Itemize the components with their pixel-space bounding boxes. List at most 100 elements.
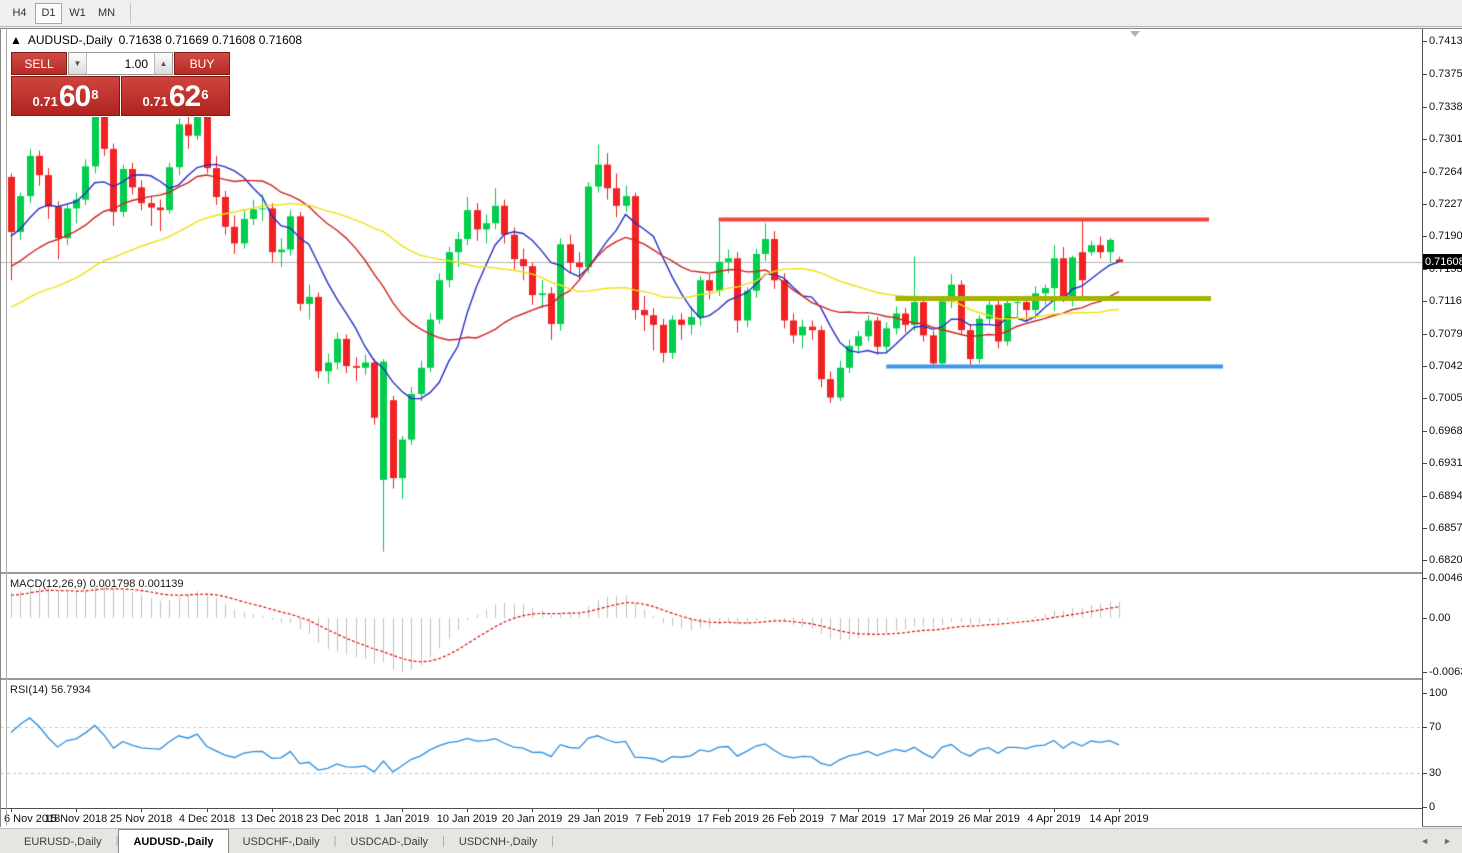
date-axis-label: 7 Feb 2019 bbox=[635, 813, 691, 825]
rsi-axis-label: 0 bbox=[1423, 800, 1462, 814]
date-axis-label: 20 Jan 2019 bbox=[502, 813, 563, 825]
tab-scroll-right-icon[interactable]: ► bbox=[1443, 836, 1452, 846]
sell-price-big: 60 bbox=[59, 82, 90, 112]
sell-button[interactable]: SELL bbox=[11, 52, 67, 75]
date-axis-label: 26 Mar 2019 bbox=[958, 813, 1020, 825]
volume-stepper: ▼ 1.00 ▲ bbox=[68, 52, 173, 75]
price-axis-label: 0.71160 bbox=[1423, 294, 1462, 308]
buy-button[interactable]: BUY bbox=[174, 52, 230, 75]
sell-price-pip: 8 bbox=[91, 78, 98, 112]
price-axis-label: 0.74130 bbox=[1423, 34, 1462, 48]
macd-pane: MACD(12,26,9) 0.001798 0.001139 bbox=[1, 574, 1422, 678]
price-axis-label: 0.70050 bbox=[1423, 391, 1462, 405]
price-axis-label: 0.73010 bbox=[1423, 132, 1462, 146]
price-axis-label: 0.70420 bbox=[1423, 359, 1462, 373]
price-axis-label: 0.69310 bbox=[1423, 456, 1462, 470]
tab-usdcaddaily[interactable]: USDCAD-,Daily bbox=[336, 831, 442, 853]
rsi-canvas[interactable] bbox=[1, 680, 1422, 808]
date-tick bbox=[793, 809, 794, 812]
sell-price-button[interactable]: 0.71 60 8 bbox=[11, 76, 120, 116]
price-axis[interactable]: 0.71608 0.741300.737500.733800.730100.72… bbox=[1422, 29, 1462, 826]
date-axis-label: 26 Feb 2019 bbox=[762, 813, 824, 825]
date-axis-label: 17 Feb 2019 bbox=[697, 813, 759, 825]
date-tick bbox=[728, 809, 729, 812]
price-axis-label: 0.72270 bbox=[1423, 197, 1462, 211]
buy-price-pip: 6 bbox=[201, 78, 208, 112]
price-axis-label: 0.71900 bbox=[1423, 229, 1462, 243]
tab-scroll-buttons: ◄ ► bbox=[1420, 836, 1452, 846]
date-tick bbox=[207, 809, 208, 812]
volume-increase-icon[interactable]: ▲ bbox=[154, 53, 172, 74]
date-axis-label: 7 Mar 2019 bbox=[830, 813, 886, 825]
rsi-axis-label: 70 bbox=[1423, 720, 1462, 734]
tab-eurusddaily[interactable]: EURUSD-,Daily bbox=[10, 831, 116, 853]
chart-title: ▲ AUDUSD-,Daily 0.71638 0.71669 0.71608 … bbox=[10, 33, 302, 47]
buy-price-button[interactable]: 0.71 62 6 bbox=[121, 76, 230, 116]
chart-ohlc-values: 0.71638 0.71669 0.71608 0.71608 bbox=[119, 33, 303, 47]
tab-usdchfdaily[interactable]: USDCHF-,Daily bbox=[229, 831, 334, 853]
macd-axis-label: -0.00639 bbox=[1423, 665, 1462, 679]
price-axis-label: 0.70790 bbox=[1423, 327, 1462, 341]
price-axis-label: 0.68570 bbox=[1423, 521, 1462, 535]
rsi-label: RSI(14) 56.7934 bbox=[10, 684, 91, 696]
buy-price-big: 62 bbox=[169, 82, 200, 112]
buy-price-prefix: 0.71 bbox=[143, 92, 168, 112]
date-tick bbox=[467, 809, 468, 812]
window-left-border bbox=[3, 29, 7, 826]
date-tick bbox=[141, 809, 142, 812]
timeframe-button-h4[interactable]: H4 bbox=[6, 3, 33, 24]
sell-price-prefix: 0.71 bbox=[33, 92, 58, 112]
rsi-pane: RSI(14) 56.7934 bbox=[1, 680, 1422, 808]
volume-decrease-icon[interactable]: ▼ bbox=[69, 53, 87, 74]
date-axis-label: 23 Dec 2018 bbox=[306, 813, 368, 825]
macd-axis-label: 0.004694 bbox=[1423, 571, 1462, 585]
tab-scroll-left-icon[interactable]: ◄ bbox=[1420, 836, 1429, 846]
date-axis-label: 4 Apr 2019 bbox=[1027, 813, 1080, 825]
date-axis-label: 14 Apr 2019 bbox=[1089, 813, 1148, 825]
chart-tab-bar: EURUSD-,Daily | AUDUSD-,DailyUSDCHF-,Daily… bbox=[0, 828, 1462, 853]
timeframe-button-d1[interactable]: D1 bbox=[35, 3, 62, 24]
date-tick bbox=[1054, 809, 1055, 812]
timeframe-toolbar: H4D1W1MN bbox=[0, 0, 1462, 27]
rsi-axis-label: 100 bbox=[1423, 686, 1462, 700]
date-tick bbox=[76, 809, 77, 812]
macd-canvas[interactable] bbox=[1, 574, 1422, 678]
rsi-axis-label: 30 bbox=[1423, 766, 1462, 780]
price-axis-label: 0.68940 bbox=[1423, 489, 1462, 503]
price-pane: ▲ AUDUSD-,Daily 0.71638 0.71669 0.71608 … bbox=[1, 29, 1422, 572]
date-tick bbox=[858, 809, 859, 812]
volume-input[interactable]: 1.00 bbox=[87, 53, 154, 74]
date-axis-label: 15 Nov 2018 bbox=[45, 813, 107, 825]
chart-shift-marker-icon bbox=[1130, 31, 1140, 37]
chart-window: ▲ AUDUSD-,Daily 0.71638 0.71669 0.71608 … bbox=[0, 28, 1462, 827]
date-axis-label: 13 Dec 2018 bbox=[241, 813, 303, 825]
date-axis-label: 17 Mar 2019 bbox=[892, 813, 954, 825]
toolbar-separator bbox=[130, 3, 131, 23]
macd-label: MACD(12,26,9) 0.001798 0.001139 bbox=[10, 578, 183, 590]
timeframe-button-mn[interactable]: MN bbox=[93, 3, 120, 24]
price-axis-label: 0.73750 bbox=[1423, 67, 1462, 81]
date-axis-label: 10 Jan 2019 bbox=[437, 813, 498, 825]
date-tick bbox=[989, 809, 990, 812]
tab-usdcnhdaily[interactable]: USDCNH-,Daily bbox=[445, 831, 551, 853]
date-axis-label: 25 Nov 2018 bbox=[110, 813, 172, 825]
date-tick bbox=[598, 809, 599, 812]
date-tick bbox=[1119, 809, 1120, 812]
tab-audusddaily[interactable]: AUDUSD-,Daily bbox=[118, 829, 228, 853]
price-axis-label: 0.68200 bbox=[1423, 553, 1462, 567]
symbol-direction-icon: ▲ bbox=[10, 33, 22, 47]
date-tick bbox=[663, 809, 664, 812]
macd-axis-label: 0.00 bbox=[1423, 611, 1462, 625]
date-tick bbox=[337, 809, 338, 812]
tab-separator: | bbox=[551, 835, 554, 847]
date-tick bbox=[272, 809, 273, 812]
price-axis-label: 0.72640 bbox=[1423, 165, 1462, 179]
current-price-tag: 0.71608 bbox=[1423, 254, 1462, 269]
date-axis-label: 29 Jan 2019 bbox=[568, 813, 629, 825]
date-tick bbox=[923, 809, 924, 812]
chart-symbol-label: AUDUSD-,Daily bbox=[28, 33, 113, 47]
date-tick bbox=[532, 809, 533, 812]
date-axis[interactable]: 6 Nov 201815 Nov 201825 Nov 20184 Dec 20… bbox=[1, 808, 1422, 828]
timeframe-button-w1[interactable]: W1 bbox=[64, 3, 91, 24]
price-axis-label: 0.69680 bbox=[1423, 424, 1462, 438]
